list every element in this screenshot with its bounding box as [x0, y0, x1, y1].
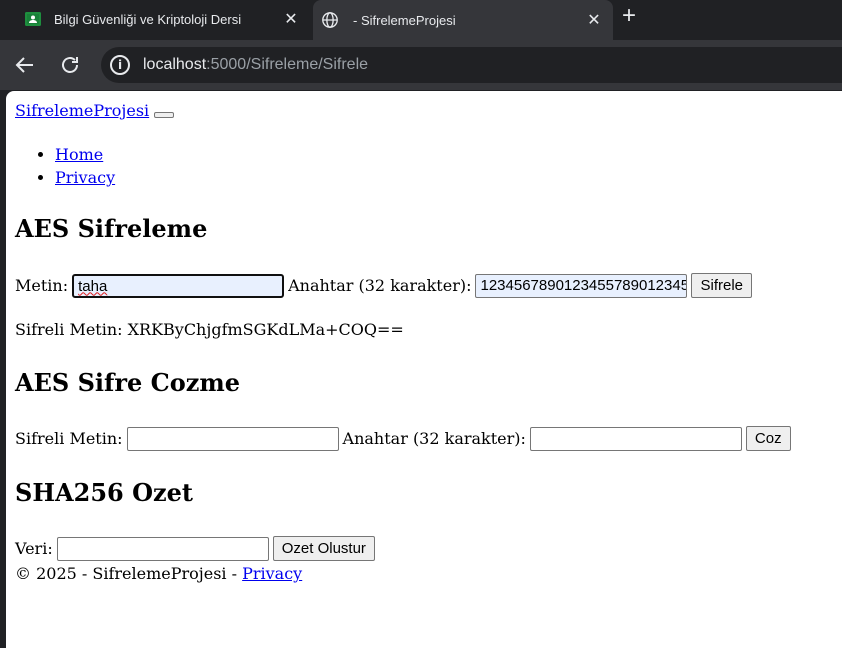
- nav-item-privacy: Privacy: [55, 166, 115, 189]
- decrypt-button[interactable]: Coz: [745, 426, 791, 451]
- aes-decrypt-heading: AES Sifre Cozme: [15, 368, 241, 397]
- result-label: Sifreli Metin:: [15, 320, 123, 339]
- footer: © 2025 - SifrelemeProjesi - Privacy: [15, 564, 302, 583]
- address-host: localhost: [143, 56, 207, 73]
- footer-privacy-link[interactable]: Privacy: [242, 564, 302, 583]
- decrypt-text-input[interactable]: [126, 426, 339, 451]
- encrypt-text-value: taha: [78, 277, 108, 295]
- tab-classroom[interactable]: Bilgi Güvenliği ve Kriptoloji Dersi ✕: [14, 0, 310, 38]
- aes-encrypt-heading: AES Sifreleme: [15, 214, 208, 243]
- encrypt-result: Sifreli Metin: XRKByChjgfmSGKdLMa+COQ==: [15, 320, 404, 339]
- brand-link[interactable]: SifrelemeProjesi: [15, 101, 149, 120]
- address-bar[interactable]: i localhost:5000/Sifreleme/Sifrele: [101, 47, 842, 83]
- home-link[interactable]: Home: [55, 145, 103, 164]
- encrypt-key-input[interactable]: 12345678901234557890123456789012: [475, 273, 688, 298]
- encrypt-button[interactable]: Sifrele: [691, 273, 753, 298]
- web-page: SifrelemeProjesi Home Privacy AES Sifrel…: [6, 91, 842, 648]
- encrypt-text-input[interactable]: taha: [72, 273, 285, 298]
- nav-list: Home Privacy: [15, 143, 115, 189]
- close-tab-icon[interactable]: ✕: [583, 10, 605, 30]
- new-tab-icon[interactable]: +: [622, 4, 646, 28]
- hash-button[interactable]: Ozet Olustur: [272, 536, 375, 561]
- navbar-toggler-button[interactable]: [154, 112, 175, 118]
- sha256-heading: SHA256 Ozet: [15, 478, 193, 507]
- classroom-icon: [25, 12, 41, 26]
- tab-sifrelemeprojesi[interactable]: - SifrelemeProjesi ✕: [313, 0, 613, 40]
- privacy-link[interactable]: Privacy: [55, 168, 115, 187]
- decrypt-key-input[interactable]: [529, 426, 742, 451]
- text-label: Metin:: [15, 276, 69, 295]
- cipher-label: Sifreli Metin:: [15, 429, 123, 448]
- decrypt-form: Sifreli Metin: Anahtar (32 karakter): Co…: [15, 426, 791, 451]
- address-path: :5000/Sifreleme/Sifrele: [206, 56, 369, 73]
- reload-icon[interactable]: [56, 51, 84, 79]
- tab-title: - SifrelemeProjesi: [353, 12, 456, 28]
- hash-data-input[interactable]: [56, 536, 269, 561]
- tab-strip: Bilgi Güvenliği ve Kriptoloji Dersi ✕ - …: [0, 0, 842, 40]
- hash-form: Veri: Ozet Olustur: [15, 536, 375, 561]
- close-tab-icon[interactable]: ✕: [280, 9, 302, 29]
- globe-icon: [322, 12, 338, 28]
- footer-text: © 2025 - SifrelemeProjesi -: [15, 564, 243, 583]
- info-icon[interactable]: i: [110, 55, 130, 75]
- back-arrow-icon[interactable]: [11, 51, 39, 79]
- key-label: Anahtar (32 karakter):: [342, 429, 526, 448]
- data-label: Veri:: [15, 539, 53, 558]
- encrypt-form: Metin: taha Anahtar (32 karakter): 12345…: [15, 273, 753, 298]
- nav-item-home: Home: [55, 143, 115, 166]
- result-value: XRKByChjgfmSGKdLMa+COQ==: [127, 320, 404, 339]
- navbar: SifrelemeProjesi: [15, 101, 175, 120]
- tab-title: Bilgi Güvenliği ve Kriptoloji Dersi: [54, 11, 242, 27]
- browser-toolbar: i localhost:5000/Sifreleme/Sifrele: [0, 40, 842, 90]
- key-label: Anahtar (32 karakter):: [288, 276, 472, 295]
